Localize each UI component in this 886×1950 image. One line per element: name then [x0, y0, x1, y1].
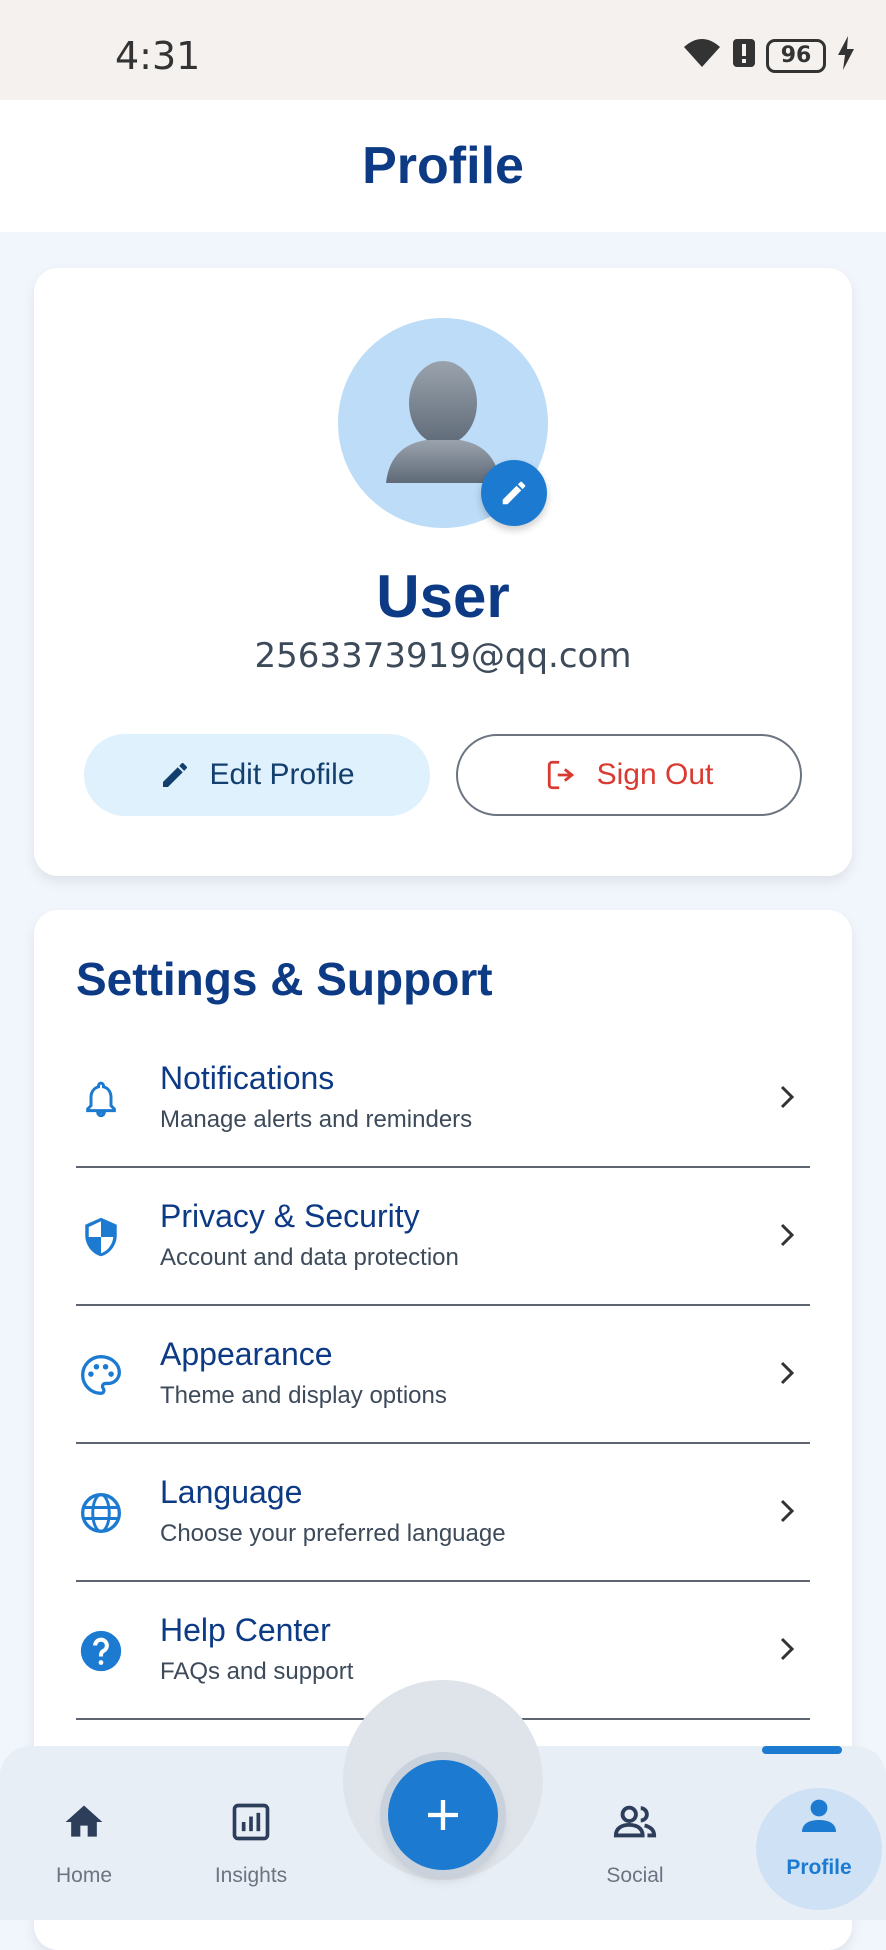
settings-item-subtitle: Choose your preferred language [160, 1520, 506, 1547]
sign-out-label: Sign Out [596, 758, 714, 791]
settings-item-title: Language [160, 1474, 303, 1510]
active-tab-indicator [762, 1746, 842, 1754]
home-icon [60, 1798, 108, 1846]
header: Profile [0, 100, 886, 232]
chevron-right-icon [772, 1358, 802, 1388]
edit-avatar-button[interactable] [481, 460, 547, 526]
settings-item-subtitle: FAQs and support [160, 1658, 354, 1685]
settings-item-language[interactable]: Language Choose your preferred language [76, 1444, 810, 1582]
plus-icon [428, 1800, 458, 1830]
sign-out-button[interactable]: Sign Out [456, 734, 802, 816]
palette-icon [76, 1350, 126, 1400]
nav-home-label: Home [55, 1864, 113, 1887]
pencil-icon [502, 481, 526, 505]
settings-item-subtitle: Manage alerts and reminders [160, 1106, 473, 1133]
user-email: 2563373919@qq.com [254, 636, 632, 676]
charging-icon [836, 36, 856, 75]
settings-item-title: Help Center [160, 1612, 331, 1648]
chevron-right-icon [772, 1634, 802, 1664]
chevron-right-icon [772, 1220, 802, 1250]
edit-profile-label: Edit Profile [209, 758, 355, 791]
settings-item-privacy-security[interactable]: Privacy & Security Account and data prot… [76, 1168, 810, 1306]
status-time: 4:31 [115, 34, 201, 78]
chevron-right-icon [772, 1082, 802, 1112]
alert-icon [732, 38, 756, 73]
nav-home[interactable]: Home [14, 1746, 154, 1920]
wifi-icon [682, 37, 722, 74]
help-icon [76, 1626, 126, 1676]
nav-insights[interactable]: Insights [181, 1746, 321, 1920]
nav-insights-label: Insights [214, 1864, 288, 1887]
user-name: User [376, 563, 510, 630]
nav-profile[interactable]: Profile [756, 1788, 882, 1910]
nav-social-label: Social [606, 1864, 664, 1887]
nav-profile-label: Profile [786, 1856, 852, 1879]
battery-indicator: 96 [766, 38, 826, 73]
bell-icon [76, 1074, 126, 1124]
status-bar: 4:31 96 [0, 0, 886, 100]
settings-item-subtitle: Account and data protection [160, 1244, 459, 1271]
settings-title: Settings & Support [76, 953, 493, 1005]
settings-item-title: Privacy & Security [160, 1198, 420, 1234]
profile-card: User 2563373919@qq.com Edit Profile Sign… [34, 268, 852, 876]
status-icons: 96 [682, 36, 856, 75]
logout-icon [547, 760, 574, 790]
settings-item-appearance[interactable]: Appearance Theme and display options [76, 1306, 810, 1444]
people-icon [611, 1798, 659, 1846]
settings-item-notifications[interactable]: Notifications Manage alerts and reminder… [76, 1030, 810, 1168]
globe-icon [76, 1488, 126, 1538]
shield-icon [76, 1212, 126, 1262]
page-title: Profile [362, 137, 524, 195]
chevron-right-icon [772, 1496, 802, 1526]
settings-item-title: Notifications [160, 1060, 335, 1096]
settings-item-subtitle: Theme and display options [160, 1382, 447, 1409]
person-icon [802, 1799, 836, 1832]
pencil-icon [163, 762, 188, 787]
chart-icon [227, 1798, 275, 1846]
add-button[interactable] [388, 1760, 498, 1870]
nav-social[interactable]: Social [565, 1746, 705, 1920]
edit-profile-button[interactable]: Edit Profile [84, 734, 430, 816]
settings-item-title: Appearance [160, 1336, 333, 1372]
